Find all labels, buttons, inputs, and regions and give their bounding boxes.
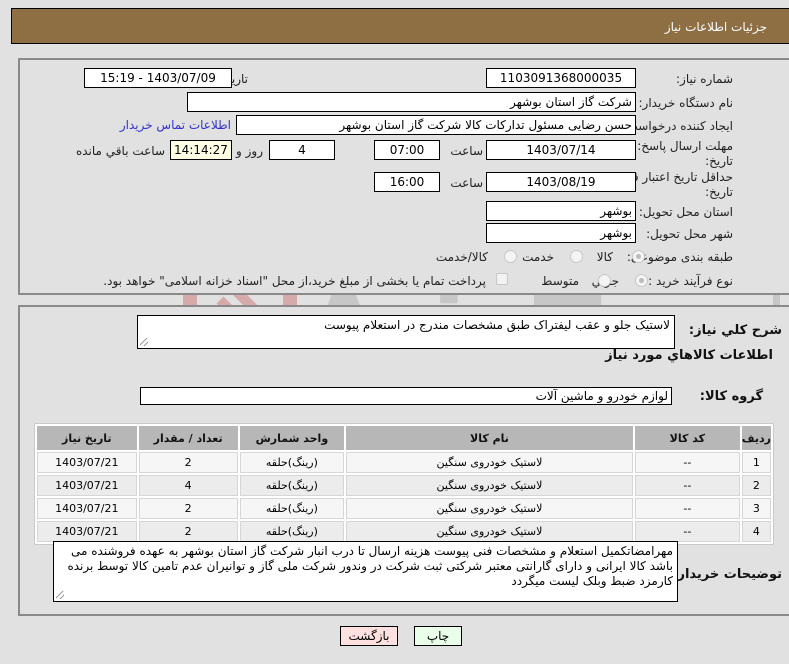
cell-row-number: 1 [741,452,771,473]
delivery-city-label: شهر محل تحویل: [646,227,733,241]
purchase-radio-partial[interactable] [635,274,648,287]
cell-need-date: 1403/07/21 [37,498,137,519]
general-desc-label: شرح کلي نیاز: [688,323,782,338]
col-unit: واحد شمارش [239,426,345,450]
goods-details-panel: شرح کلي نیاز: لاستیک جلو و عقب لیفتراک ط… [18,305,789,616]
general-desc-text: لاستیک جلو و عقب لیفتراک طبق مشخصات مندر… [324,318,670,332]
resize-grip-icon[interactable] [56,591,64,599]
goods-table-header: ردیف کد کالا نام کالا واحد شمارش تعداد /… [37,426,771,450]
price-validity-time: 16:00 [374,172,440,192]
category-option-goods-service: کالا/خدمت [435,250,488,264]
purchase-type-label: نوع فرآیند خرید : [648,274,733,288]
requester-label: ایجاد کننده درخواست: [622,119,733,133]
category-radio-goods[interactable] [632,250,645,263]
delivery-city-field: بوشهر [486,223,636,243]
cell-need-date: 1403/07/21 [37,521,137,542]
cell-row-number: 2 [741,475,771,496]
print-button[interactable]: چاپ [414,626,462,646]
table-row: 4 -- لاستیک خودروی سنگین (رینگ)حلقه 2 14… [37,521,771,542]
category-option-goods: کالا [596,250,613,264]
cell-goods-code: -- [634,475,740,496]
category-radio-goods-service[interactable] [504,250,517,263]
buyer-notes-label: توضیحات خریدار: [672,567,782,582]
cell-unit: (رینگ)حلقه [239,521,345,542]
treasury-checkbox[interactable] [496,273,508,285]
category-option-service: خدمت [522,250,554,264]
cell-need-date: 1403/07/21 [37,475,137,496]
purchase-option-medium: متوسط [541,274,579,288]
cell-goods-code: -- [634,452,740,473]
delivery-province-field: بوشهر [486,201,636,221]
cell-quantity: 2 [138,498,238,519]
cell-unit: (رینگ)حلقه [239,475,345,496]
remaining-time-label: ساعت باقي مانده [75,144,165,158]
buyer-notes-textarea[interactable]: مهرامضاتکمیل استعلام و مشخصات فنی پیوست … [53,541,678,602]
need-number-label: شماره نیاز: [676,72,733,86]
days-label: روز و [236,144,263,158]
buyer-contact-link[interactable]: اطلاعات تماس خریدار [120,118,231,132]
reply-deadline-date: 1403/07/14 [486,140,636,160]
category-radio-service[interactable] [570,250,583,263]
cell-row-number: 3 [741,498,771,519]
col-row-number: ردیف [741,426,771,450]
goods-group-field: لوازم خودرو و ماشین آلات [140,387,672,405]
items-section-title: اطلاعات کالاهاي مورد نیاز [605,348,773,363]
page-title: جزئیات اطلاعات نیاز [664,20,767,34]
delivery-province-label: استان محل تحویل: [638,205,733,219]
need-number-field: 1103091368000035 [486,68,636,88]
goods-group-label: گروه کالا: [699,389,763,404]
reply-deadline-time: 07:00 [374,140,440,160]
cell-quantity: 2 [138,521,238,542]
table-row: 2 -- لاستیک خودروی سنگین (رینگ)حلقه 4 14… [37,475,771,496]
col-goods-name: نام کالا [346,426,633,450]
cell-goods-code: -- [634,521,740,542]
col-goods-code: کد کالا [634,426,740,450]
cell-goods-code: -- [634,498,740,519]
remaining-time: 14:14:27 [170,140,232,160]
need-info-panel: شماره نیاز: 1103091368000035 تاریخ و ساع… [18,58,789,295]
page-header: جزئیات اطلاعات نیاز [11,8,789,44]
cell-quantity: 2 [138,452,238,473]
table-row: 1 -- لاستیک خودروی سنگین (رینگ)حلقه 2 14… [37,452,771,473]
requester-field: حسن رضایی مسئول تدارکات کالا شرکت گاز اس… [236,115,636,135]
buyer-org-field: شرکت گاز استان بوشهر [187,92,636,112]
cell-unit: (رینگ)حلقه [239,452,345,473]
price-validity-date: 1403/08/19 [486,172,636,192]
back-button[interactable]: بازگشت [340,626,398,646]
cell-unit: (رینگ)حلقه [239,498,345,519]
announce-datetime-field: 1403/07/09 - 15:19 [84,68,232,88]
general-desc-textarea[interactable]: لاستیک جلو و عقب لیفتراک طبق مشخصات مندر… [137,315,675,349]
price-time-label: ساعت [450,176,483,190]
cell-quantity: 4 [138,475,238,496]
treasury-note: پرداخت تمام یا بخشی از مبلغ خرید،از محل … [103,274,486,288]
buyer-notes-text: مهرامضاتکمیل استعلام و مشخصات فنی پیوست … [67,544,673,588]
resize-grip-icon[interactable] [140,338,148,346]
remaining-days: 4 [269,140,335,160]
cell-goods-name: لاستیک خودروی سنگین [346,498,633,519]
cell-goods-name: لاستیک خودروی سنگین [346,452,633,473]
cell-goods-name: لاستیک خودروی سنگین [346,475,633,496]
table-row: 3 -- لاستیک خودروی سنگین (رینگ)حلقه 2 14… [37,498,771,519]
cell-goods-name: لاستیک خودروی سنگین [346,521,633,542]
col-quantity: تعداد / مقدار [138,426,238,450]
buyer-org-label: نام دستگاه خریدار: [638,96,734,110]
col-need-date: تاریخ نیاز [37,426,137,450]
purchase-radio-medium[interactable] [598,274,611,287]
goods-table: ردیف کد کالا نام کالا واحد شمارش تعداد /… [34,423,774,545]
reply-time-label: ساعت [450,144,483,158]
cell-need-date: 1403/07/21 [37,452,137,473]
cell-row-number: 4 [741,521,771,542]
